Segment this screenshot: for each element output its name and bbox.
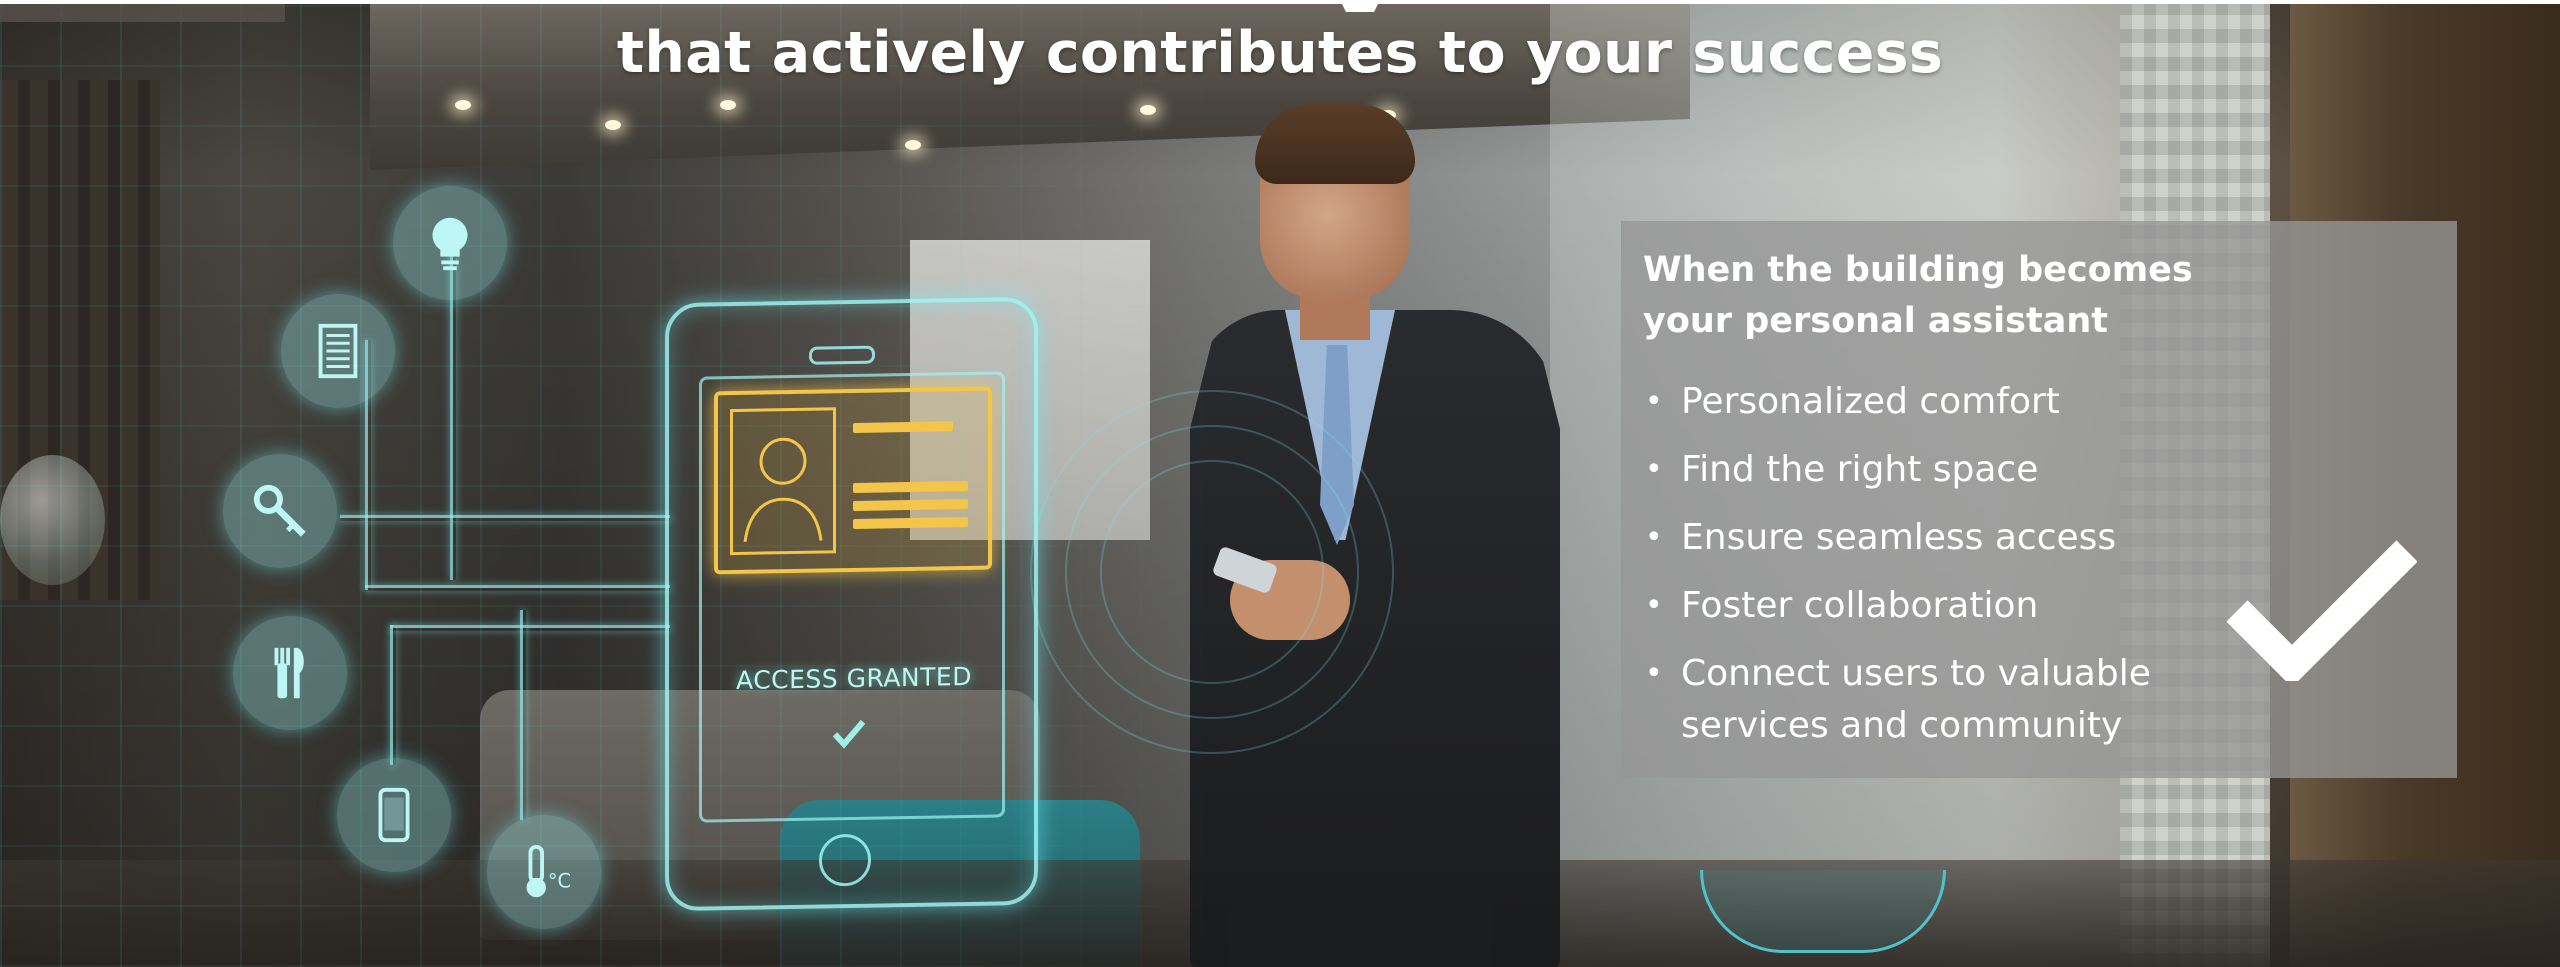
list-item: • Connect users to valuable services and …	[1641, 648, 2281, 752]
fishbowl	[0, 455, 105, 585]
hair	[1255, 104, 1415, 184]
list-item-text: Ensure seamless access	[1681, 517, 2117, 558]
list-item: • Find the right space	[1641, 444, 2281, 496]
ceiling-light	[605, 120, 621, 130]
list-item-text: Find the right space	[1681, 449, 2039, 490]
bullet-dot-icon: •	[1645, 588, 1663, 623]
ceiling-light	[905, 140, 921, 150]
bullet-list: • Personalized comfort • Find the right sp…	[1641, 376, 2281, 768]
ceiling-light	[1140, 105, 1156, 115]
panel-title: When the building becomes your personal …	[1643, 250, 2193, 341]
bullet-dot-icon: •	[1645, 384, 1663, 419]
suit	[1190, 310, 1560, 967]
ceiling-light	[455, 100, 471, 110]
top-strip	[0, 0, 2560, 4]
list-item: • Foster collaboration	[1641, 580, 2281, 632]
bullet-dot-icon: •	[1645, 452, 1663, 487]
checkmark-icon	[2227, 540, 2417, 681]
list-item: • Ensure seamless access	[1641, 512, 2281, 564]
info-panel: When the building becomes your personal …	[1621, 221, 2457, 778]
legs	[1230, 890, 1490, 967]
list-item-text: Foster collaboration	[1681, 585, 2039, 626]
list-item: • Personalized comfort	[1641, 376, 2281, 428]
bullet-dot-icon: •	[1645, 656, 1663, 691]
list-item-text: Connect users to valuable services and c…	[1681, 653, 2151, 746]
cropped-glyph	[1340, 0, 1380, 12]
ceiling-light	[720, 100, 736, 110]
list-item-text: Personalized comfort	[1681, 381, 2060, 422]
slide-headline: that actively contributes to your succes…	[616, 20, 1944, 86]
window	[910, 240, 1150, 540]
businessman	[1190, 104, 1560, 967]
bullet-dot-icon: •	[1645, 520, 1663, 555]
